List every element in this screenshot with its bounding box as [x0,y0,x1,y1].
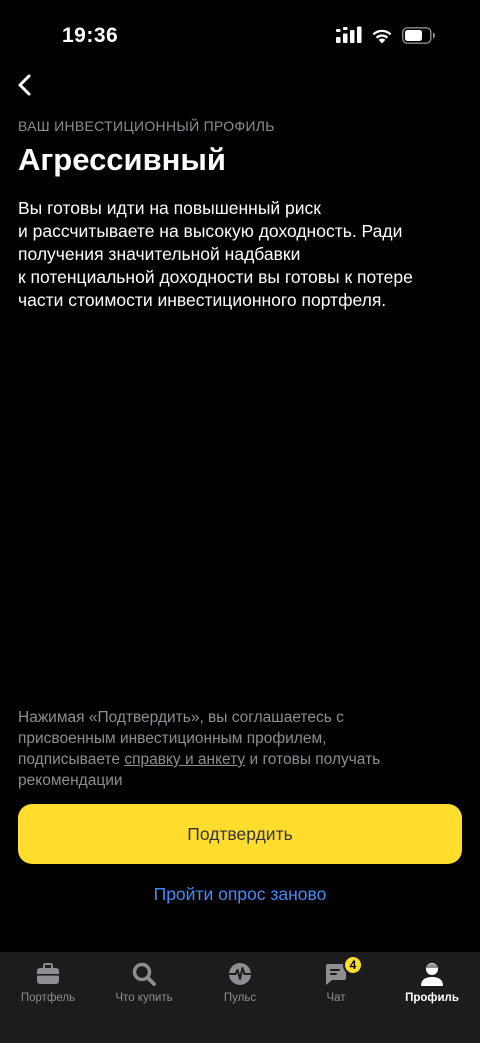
tab-label: Профиль [405,992,459,1004]
description-line: получения значительной надбавки [18,244,301,264]
tab-label: Что купить [115,992,173,1004]
status-icons [336,26,436,44]
status-bar: 19:36 [0,0,480,70]
page-title: Агрессивный [18,142,226,177]
tab-pulse[interactable]: Пульс [192,952,288,1043]
profile-eyebrow: ВАШ ИНВЕСТИЦИОННЫЙ ПРОФИЛЬ [18,118,275,134]
status-time: 19:36 [62,24,119,47]
back-button[interactable] [8,68,42,102]
wifi-icon [372,29,392,43]
tab-portfolio[interactable]: Портфель [0,952,96,1043]
tab-label: Пульс [223,992,257,1004]
certificate-and-questionnaire-link[interactable]: справку и анкету [124,751,245,768]
tab-label: Чат [326,992,346,1004]
confirm-button[interactable]: Подтвердить [18,804,462,864]
profile-icon [418,960,446,988]
profile-description: Вы готовы идти на повышенный риск и расс… [18,197,466,312]
description-line: Вы готовы идти на повышенный риск [18,198,321,218]
tab-what-to-buy[interactable]: Что купить [96,952,192,1043]
pulse-icon [226,960,254,988]
description-line: части стоимости инвестиционного портфеля… [18,290,387,310]
tab-label: Портфель [20,992,76,1004]
consent-suffix: и готовы получать [245,751,381,768]
consent-line: присвоенным инвестиционным профилем, [18,730,327,747]
battery-icon [402,26,435,44]
consent-line: подписываете справку и анкету и готовы п… [18,749,462,770]
tab-bar: Портфель Что купить Пульс 4 Чат Профиль [0,952,480,1043]
consent-prefix: подписываете [18,751,125,768]
consent-line: рекомендации [18,772,123,789]
tab-profile[interactable]: Профиль [384,952,480,1043]
chat-unread-badge: 4 [343,955,363,975]
screen: 19:36 ВАШ ИНВЕСТИЦИОННЫЙ ПРОФИЛЬ Агресси… [0,0,480,1043]
description-line: и рассчитываете на высокую доходность. Р… [18,221,403,241]
cellular-signal-icon [336,26,362,43]
retake-survey-link[interactable]: Пройти опрос заново [0,884,480,905]
tab-chat[interactable]: 4 Чат [288,952,384,1043]
consent-line: Нажимая «Подтвердить», вы соглашаетесь с [18,709,344,726]
description-line: к потенциальной доходности вы готовы к п… [18,267,413,287]
consent-text: Нажимая «Подтвердить», вы соглашаетесь с… [18,707,462,791]
search-icon [130,960,158,988]
briefcase-icon [34,960,62,988]
chevron-left-icon [18,74,31,96]
